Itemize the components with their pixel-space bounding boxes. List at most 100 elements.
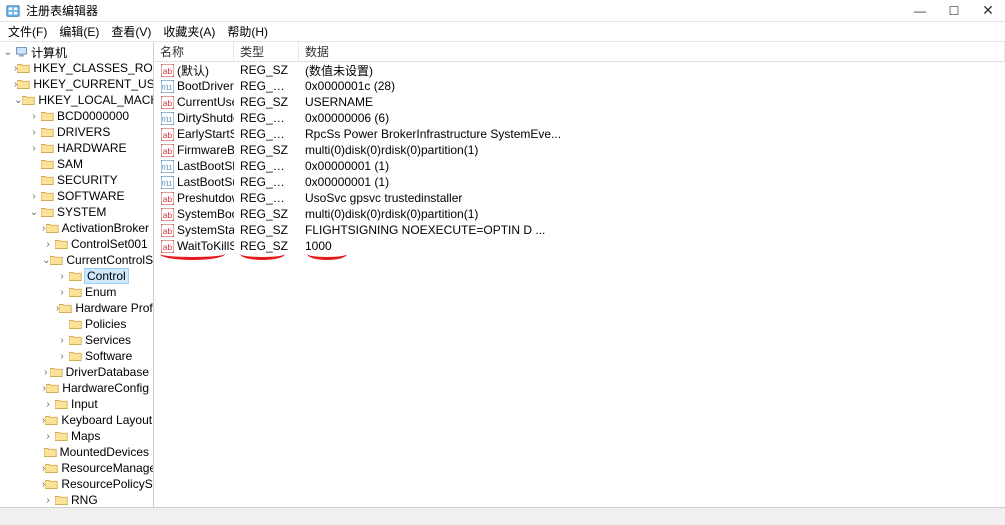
caret-icon[interactable] — [56, 351, 68, 362]
list-row[interactable]: FirmwareBoot...REG_SZmulti(0)disk(0)rdis… — [154, 142, 1005, 158]
tree-node[interactable]: Enum — [0, 284, 153, 300]
list-row[interactable]: (默认)REG_SZ(数值未设置) — [154, 62, 1005, 78]
folder-icon — [22, 94, 35, 106]
tree-node-root[interactable]: 计算机 — [0, 44, 153, 60]
window-title: 注册表编辑器 — [26, 2, 903, 19]
minimize-button[interactable]: — — [903, 0, 937, 21]
tree-node[interactable]: BCD0000000 — [0, 108, 153, 124]
tree-node[interactable]: SOFTWARE — [0, 188, 153, 204]
tree-node[interactable]: Keyboard Layout — [0, 412, 153, 428]
tree-label: HKEY_CLASSES_ROOT — [33, 61, 154, 75]
string-value-icon — [160, 239, 174, 253]
folder-icon — [45, 478, 58, 490]
list-row[interactable]: DirtyShutdow...REG_DWORD0x00000006 (6) — [154, 110, 1005, 126]
values-pane[interactable]: 名称 类型 数据 (默认)REG_SZ(数值未设置)BootDriverFlag… — [154, 42, 1005, 507]
folder-icon — [68, 350, 82, 362]
col-header-data[interactable]: 数据 — [299, 42, 1005, 61]
statusbar — [0, 507, 1005, 525]
value-type: REG_DWORD — [234, 159, 299, 173]
menu-view[interactable]: 查看(V) — [107, 23, 155, 40]
list-row[interactable]: CurrentUserREG_SZUSERNAME — [154, 94, 1005, 110]
caret-icon[interactable] — [56, 335, 68, 346]
list-row[interactable]: SystemStartO...REG_SZ FLIGHTSIGNING NOEX… — [154, 222, 1005, 238]
caret-icon[interactable] — [2, 47, 14, 58]
tree-node[interactable]: ResourceManager — [0, 460, 153, 476]
caret-icon[interactable] — [42, 399, 54, 410]
col-header-name[interactable]: 名称 — [154, 42, 234, 61]
tree-label: Enum — [85, 285, 116, 299]
menu-file[interactable]: 文件(F) — [4, 23, 51, 40]
list-row[interactable]: LastBootSucce...REG_DWORD0x00000001 (1) — [154, 174, 1005, 190]
tree-node[interactable]: Input — [0, 396, 153, 412]
list-row[interactable]: WaitToKillServ...REG_SZ1000 — [154, 238, 1005, 254]
tree-node[interactable]: HARDWARE — [0, 140, 153, 156]
caret-icon[interactable] — [42, 239, 54, 250]
tree-node[interactable]: RNG — [0, 492, 153, 507]
caret-icon[interactable] — [56, 271, 68, 282]
value-type: REG_DWORD — [234, 111, 299, 125]
tree-node[interactable]: DRIVERS — [0, 124, 153, 140]
value-data: 0x00000001 (1) — [299, 159, 1005, 173]
caret-icon[interactable] — [28, 127, 40, 138]
tree-label: SYSTEM — [57, 205, 106, 219]
caret-icon[interactable] — [42, 495, 54, 506]
value-type: REG_SZ — [234, 143, 299, 157]
value-data: FLIGHTSIGNING NOEXECUTE=OPTIN D ... — [299, 223, 1005, 237]
tree-node[interactable]: ActivationBroker — [0, 220, 153, 236]
folder-icon — [17, 78, 30, 90]
caret-icon[interactable] — [56, 287, 68, 298]
tree-node[interactable]: ResourcePolicyStore — [0, 476, 153, 492]
list-row[interactable]: BootDriverFlagsREG_DWORD0x0000001c (28) — [154, 78, 1005, 94]
tree-label: Hardware Profile — [75, 301, 154, 315]
tree-node-hklm[interactable]: HKEY_LOCAL_MACHINE — [0, 92, 153, 108]
maximize-button[interactable]: ☐ — [937, 0, 971, 21]
tree-node[interactable]: Policies — [0, 316, 153, 332]
caret-icon[interactable] — [28, 111, 40, 122]
tree-node[interactable]: Software — [0, 348, 153, 364]
tree-node[interactable]: Hardware Profile — [0, 300, 153, 316]
value-name: SystemBootDe... — [177, 207, 234, 221]
caret-icon[interactable] — [14, 95, 22, 106]
tree-pane[interactable]: ab 011 计算机 HKEY_CLASSES_ROOT HKEY_CURREN… — [0, 42, 154, 507]
string-value-icon — [160, 191, 174, 205]
caret-icon[interactable] — [28, 191, 40, 202]
caret-icon[interactable] — [42, 255, 50, 266]
list-row[interactable]: SystemBootDe...REG_SZmulti(0)disk(0)rdis… — [154, 206, 1005, 222]
tree-node-system[interactable]: SYSTEM — [0, 204, 153, 220]
tree-node[interactable]: DriverDatabase — [0, 364, 153, 380]
tree-label: SOFTWARE — [57, 189, 125, 203]
menu-help[interactable]: 帮助(H) — [223, 23, 272, 40]
tree-label: Maps — [71, 429, 100, 443]
tree-node[interactable]: Services — [0, 332, 153, 348]
tree-node-hkcr[interactable]: HKEY_CLASSES_ROOT — [0, 60, 153, 76]
tree-node[interactable]: MountedDevices — [0, 444, 153, 460]
list-header: 名称 类型 数据 — [154, 42, 1005, 62]
tree-node-control[interactable]: Control — [0, 268, 153, 284]
caret-icon[interactable] — [42, 367, 50, 378]
col-header-type[interactable]: 类型 — [234, 42, 299, 61]
binary-value-icon — [160, 175, 174, 189]
folder-icon — [46, 222, 59, 234]
close-button[interactable]: ✕ — [971, 0, 1005, 21]
list-row[interactable]: PreshutdownO...REG_MULTI_SZUsoSvc gpsvc … — [154, 190, 1005, 206]
menu-edit[interactable]: 编辑(E) — [55, 23, 103, 40]
caret-icon[interactable] — [28, 207, 40, 218]
tree-node[interactable]: HardwareConfig — [0, 380, 153, 396]
tree-node[interactable]: ControlSet001 — [0, 236, 153, 252]
menu-favorites[interactable]: 收藏夹(A) — [159, 23, 219, 40]
tree-node-hkcu[interactable]: HKEY_CURRENT_USER — [0, 76, 153, 92]
caret-icon[interactable] — [28, 143, 40, 154]
list-row[interactable]: EarlyStartServi...REG_MULTI_SZRpcSs Powe… — [154, 126, 1005, 142]
tree-node-ccs[interactable]: CurrentControlSet — [0, 252, 153, 268]
tree-node[interactable]: SAM — [0, 156, 153, 172]
string-value-icon — [160, 63, 174, 77]
value-data: 0x00000001 (1) — [299, 175, 1005, 189]
tree-node[interactable]: Maps — [0, 428, 153, 444]
value-type: REG_SZ — [234, 223, 299, 237]
list-row[interactable]: LastBootShutd...REG_DWORD0x00000001 (1) — [154, 158, 1005, 174]
tree-label: ActivationBroker — [62, 221, 149, 235]
value-name: BootDriverFlags — [177, 79, 234, 93]
tree-node[interactable]: SECURITY — [0, 172, 153, 188]
value-name: FirmwareBoot... — [177, 143, 234, 157]
caret-icon[interactable] — [42, 431, 54, 442]
